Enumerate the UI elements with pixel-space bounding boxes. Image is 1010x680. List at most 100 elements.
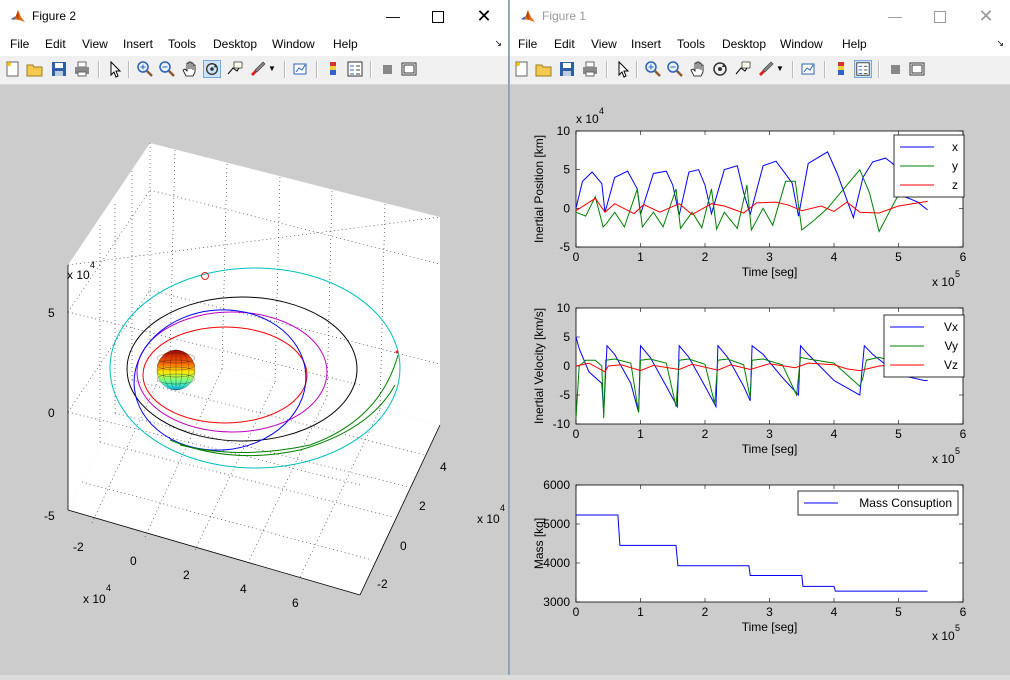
- brush-icon[interactable]: [249, 60, 267, 78]
- close-button[interactable]: ✕: [461, 0, 507, 32]
- x-tick-label: 1: [637, 605, 644, 619]
- y-tick-label: -5: [559, 240, 570, 254]
- hide-plot-tools-icon[interactable]: [378, 60, 396, 78]
- menu-help[interactable]: Help: [842, 37, 867, 51]
- x-tick-label: 2: [183, 568, 190, 582]
- legend-icon[interactable]: [346, 60, 364, 78]
- menu-window[interactable]: Window: [272, 37, 315, 51]
- new-figure-icon[interactable]: [4, 60, 22, 78]
- open-file-icon[interactable]: [535, 60, 553, 78]
- menu-insert[interactable]: Insert: [631, 37, 661, 51]
- maximize-button[interactable]: [917, 0, 963, 32]
- toolbar-separator: [878, 61, 880, 78]
- zoom-out-icon[interactable]: [158, 60, 176, 78]
- y-tick-label: 3000: [543, 595, 570, 609]
- toolbar-separator: [128, 61, 130, 78]
- legend-icon[interactable]: [854, 60, 872, 78]
- toolbar-separator: [824, 61, 826, 78]
- subplot-2[interactable]: 0 1 2 3 4 5 61050-5-10Time [seg]Inertial Veloc…: [532, 301, 967, 466]
- menu-view[interactable]: View: [82, 37, 108, 51]
- menu-desktop[interactable]: Desktop: [213, 37, 257, 51]
- dock-arrow-icon[interactable]: ↘: [996, 38, 1004, 49]
- legend[interactable]: xyz: [893, 134, 965, 198]
- show-plot-tools-icon[interactable]: [400, 60, 418, 78]
- menu-tools[interactable]: Tools: [677, 37, 705, 51]
- menu-edit[interactable]: Edit: [45, 37, 66, 51]
- menu-tools[interactable]: Tools: [168, 37, 196, 51]
- zoom-in-icon[interactable]: [644, 60, 662, 78]
- minimize-button[interactable]: —: [872, 0, 918, 32]
- toolbar-separator: [636, 61, 638, 78]
- maximize-button[interactable]: [415, 0, 461, 32]
- close-button[interactable]: ✕: [963, 0, 1009, 32]
- menu-view[interactable]: View: [591, 37, 617, 51]
- window-title: Figure 1: [542, 9, 587, 23]
- pointer-icon[interactable]: [614, 60, 632, 78]
- brush-icon[interactable]: [757, 60, 775, 78]
- pan-hand-icon[interactable]: [689, 60, 707, 78]
- figure2-window: Figure 2 — ✕ File Edit View Insert Tools…: [0, 0, 509, 675]
- legend-label: x: [952, 140, 958, 154]
- x-tick-label: 3: [766, 605, 773, 619]
- menu-help[interactable]: Help: [333, 37, 358, 51]
- y-exponent-power: 4: [500, 503, 505, 513]
- subplot-1[interactable]: 0 1 2 3 4 5 61050-5Time [seg]Inertial Position…: [532, 106, 967, 289]
- link-plot-icon[interactable]: [292, 60, 310, 78]
- x-axis-label: Time [seg]: [742, 442, 798, 456]
- hide-plot-tools-icon[interactable]: [886, 60, 904, 78]
- y-tick-label: -2: [377, 577, 388, 591]
- figure1-titlebar: Figure 1 — ✕: [510, 0, 1010, 32]
- print-icon[interactable]: [73, 60, 91, 78]
- rotate-3d-icon[interactable]: [203, 60, 221, 78]
- new-figure-icon[interactable]: [513, 60, 531, 78]
- x-tick-label: 2: [702, 427, 709, 441]
- x-tick-label: 5: [895, 605, 902, 619]
- legend-label: Vz: [944, 358, 958, 372]
- figure1-menubar: File Edit View Insert Tools Desktop Wind…: [510, 32, 1010, 56]
- menu-edit[interactable]: Edit: [554, 37, 575, 51]
- menu-file[interactable]: File: [518, 37, 537, 51]
- x-axis-label: Time [seg]: [742, 620, 798, 634]
- x-tick-label: 5: [895, 250, 902, 264]
- x-exponent-power: 5: [955, 269, 960, 279]
- figure2-canvas: 5 0 -5 x 10 4 -2 0 2 4 6 x 10 4 4 2 0 -2…: [0, 85, 508, 675]
- legend[interactable]: Mass Consuption: [797, 490, 959, 516]
- colorbar-icon[interactable]: [324, 60, 342, 78]
- save-icon[interactable]: [50, 60, 68, 78]
- pointer-icon[interactable]: [106, 60, 124, 78]
- menu-window[interactable]: Window: [780, 37, 823, 51]
- pan-hand-icon[interactable]: [181, 60, 199, 78]
- zoom-out-icon[interactable]: [666, 60, 684, 78]
- legend[interactable]: Vx Vy Vz: [883, 314, 965, 378]
- x-exponent-power: 4: [106, 583, 111, 593]
- data-cursor-icon[interactable]: [226, 60, 244, 78]
- subplots-figure: 0 1 2 3 4 5 61050-5Time [seg]Inertial Position…: [532, 106, 967, 643]
- print-icon[interactable]: [581, 60, 599, 78]
- rotate-3d-icon[interactable]: [711, 60, 729, 78]
- data-cursor-icon[interactable]: [734, 60, 752, 78]
- brush-dropdown-arrow[interactable]: ▼: [268, 64, 276, 73]
- x-exponent-label: x 10: [932, 629, 955, 643]
- x-tick-label: -2: [73, 540, 84, 554]
- subplot-3[interactable]: 0 1 2 3 4 5 66000500040003000Time [seg]Mass [k…: [532, 478, 967, 643]
- link-plot-icon[interactable]: [800, 60, 818, 78]
- z-exponent-label: x 10: [67, 268, 90, 282]
- end-marker: [395, 350, 399, 354]
- y-tick-label: 6000: [543, 478, 570, 492]
- zoom-in-icon[interactable]: [136, 60, 154, 78]
- x-tick-label: 1: [637, 250, 644, 264]
- y-axis-label: Mass [kg]: [532, 518, 546, 569]
- minimize-button[interactable]: —: [370, 0, 416, 32]
- menu-desktop[interactable]: Desktop: [722, 37, 766, 51]
- orbit-3d-plot[interactable]: 5 0 -5 x 10 4 -2 0 2 4 6 x 10 4 4 2 0 -2…: [0, 85, 508, 675]
- legend-label: Vx: [944, 320, 958, 334]
- show-plot-tools-icon[interactable]: [908, 60, 926, 78]
- x-tick-label: 6: [960, 250, 967, 264]
- dock-arrow-icon[interactable]: ↘: [494, 38, 502, 49]
- save-icon[interactable]: [558, 60, 576, 78]
- brush-dropdown-arrow[interactable]: ▼: [776, 64, 784, 73]
- menu-file[interactable]: File: [10, 37, 29, 51]
- menu-insert[interactable]: Insert: [123, 37, 153, 51]
- colorbar-icon[interactable]: [832, 60, 850, 78]
- open-file-icon[interactable]: [26, 60, 44, 78]
